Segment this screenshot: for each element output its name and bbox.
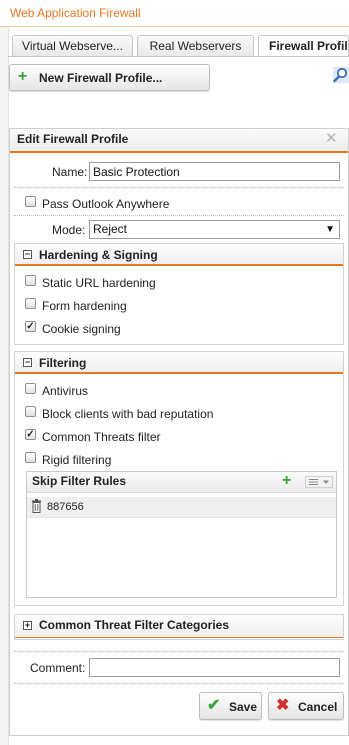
section-accent <box>15 372 343 374</box>
divider <box>14 651 344 652</box>
new-firewall-profile-label: New Firewall Profile... <box>39 71 163 85</box>
left-gutter <box>0 27 9 745</box>
block-bad-reputation-label: Block clients with bad reputation <box>42 407 214 421</box>
static-url-hardening-label: Static URL hardening <box>42 276 156 290</box>
search-icon[interactable] <box>333 67 349 83</box>
cookie-signing-checkbox[interactable]: ✓ <box>25 321 36 332</box>
categories-section-title: Common Threat Filter Categories <box>39 618 230 632</box>
form-hardening-checkbox[interactable] <box>25 298 36 309</box>
mode-select[interactable]: Reject ▼ <box>89 220 340 239</box>
section-accent <box>15 637 343 638</box>
common-threats-filter-label: Common Threats filter <box>42 430 161 444</box>
comment-label: Comment: <box>30 661 86 675</box>
add-rule-icon[interactable]: + <box>282 472 291 490</box>
name-field[interactable] <box>89 162 340 181</box>
divider <box>14 683 344 684</box>
pass-outlook-anywhere-label: Pass Outlook Anywhere <box>42 197 170 211</box>
tabs-baseline <box>8 56 349 57</box>
collapse-icon[interactable]: − <box>23 250 32 259</box>
filtering-section-title: Filtering <box>39 356 87 370</box>
divider <box>14 187 344 188</box>
close-icon: ✖ <box>276 697 290 714</box>
collapse-icon[interactable]: − <box>23 358 32 367</box>
cancel-button[interactable]: ✖ Cancel <box>268 692 344 720</box>
static-url-hardening-checkbox[interactable] <box>25 275 36 286</box>
title-divider <box>0 26 349 27</box>
tab-firewall-profiles[interactable]: Firewall Profil <box>258 35 349 57</box>
common-threats-filter-checkbox[interactable]: ✓ <box>25 429 36 440</box>
pass-outlook-anywhere-checkbox[interactable] <box>25 196 36 207</box>
panel-header-accent <box>10 151 348 153</box>
dropdown-arrow-icon: ▼ <box>325 224 335 235</box>
checkmark-icon: ✔ <box>207 697 221 714</box>
skip-rule-value: 887656 <box>47 501 84 513</box>
rigid-filtering-checkbox[interactable] <box>25 452 36 463</box>
save-button[interactable]: ✔ Save <box>199 692 262 720</box>
app-title: Web Application Firewall <box>10 6 141 20</box>
expand-icon[interactable]: + <box>23 621 32 630</box>
section-accent <box>15 264 343 266</box>
name-label: Name: <box>52 165 88 179</box>
antivirus-checkbox[interactable] <box>25 383 36 394</box>
comment-field[interactable] <box>89 658 340 677</box>
rigid-filtering-label: Rigid filtering <box>42 453 112 467</box>
close-icon[interactable]: ✕ <box>325 131 338 146</box>
tab-real-webservers[interactable]: Real Webservers <box>137 35 254 56</box>
list-options-icon[interactable] <box>305 476 333 488</box>
mode-select-value: Reject <box>93 222 128 236</box>
save-button-label: Save <box>229 700 258 714</box>
cookie-signing-label: Cookie signing <box>42 322 121 336</box>
new-firewall-profile-button[interactable]: + New Firewall Profile... <box>9 64 210 91</box>
trash-icon[interactable] <box>31 499 42 513</box>
skip-filter-rules-title: Skip Filter Rules <box>32 474 127 488</box>
block-bad-reputation-checkbox[interactable] <box>25 406 36 417</box>
mode-label: Mode: <box>52 223 86 237</box>
plus-icon: + <box>18 68 28 85</box>
antivirus-label: Antivirus <box>42 384 89 398</box>
tab-virtual-webservers[interactable]: Virtual Webserve... <box>12 35 133 56</box>
divider <box>14 215 344 216</box>
hardening-section-title: Hardening & Signing <box>39 248 158 262</box>
cancel-button-label: Cancel <box>298 700 338 714</box>
panel-title: Edit Firewall Profile <box>17 132 129 146</box>
form-hardening-label: Form hardening <box>42 299 127 313</box>
